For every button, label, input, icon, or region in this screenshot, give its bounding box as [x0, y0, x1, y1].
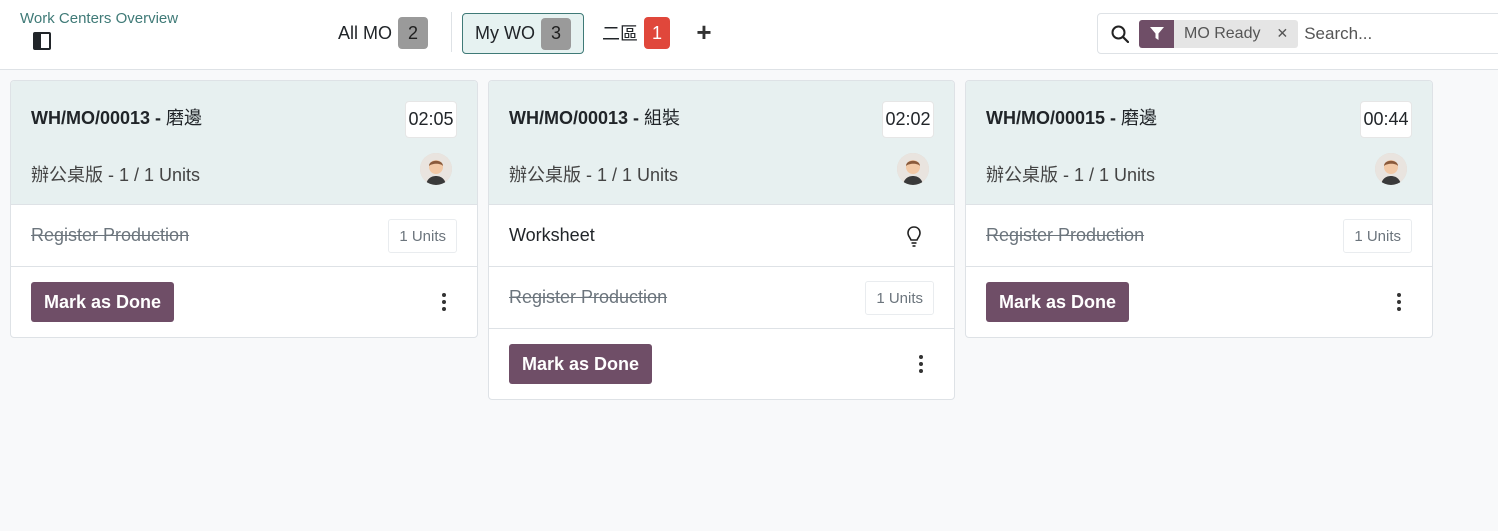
row-label: Register Production — [509, 287, 668, 307]
register-production-row[interactable]: Register Production 1 Units — [11, 205, 477, 267]
workorder-card: WH/MO/00013 - 組裝 02:02 辦公桌版 - 1 / 1 Unit… — [488, 80, 955, 400]
tab-label: 二區 — [602, 24, 638, 44]
card-header[interactable]: WH/MO/00015 - 磨邊 00:44 辦公桌版 - 1 / 1 Unit… — [966, 81, 1432, 205]
sidebar-toggle-icon[interactable] — [33, 32, 51, 50]
mark-as-done-button[interactable]: Mark as Done — [509, 344, 653, 384]
row-label: Register Production — [31, 225, 190, 245]
facet-label: MO Ready — [1184, 24, 1261, 42]
employee-avatar[interactable] — [420, 153, 452, 185]
timer-badge: 02:05 — [405, 101, 457, 138]
tab-label: All MO — [338, 22, 392, 43]
search-facet: MO Ready ✕ — [1139, 19, 1299, 48]
tab-count-badge: 1 — [644, 17, 670, 49]
card-header[interactable]: WH/MO/00013 - 磨邊 02:05 辦公桌版 - 1 / 1 Unit… — [11, 81, 477, 205]
units-badge: 1 Units — [865, 281, 934, 315]
card-footer: Mark as Done — [11, 267, 477, 337]
workorder-title: WH/MO/00013 - 組裝 — [509, 108, 681, 128]
timer-badge: 02:02 — [882, 101, 934, 138]
workorder-card: WH/MO/00013 - 磨邊 02:05 辦公桌版 - 1 / 1 Unit… — [10, 80, 478, 338]
filter-icon — [1139, 19, 1174, 48]
product-quantity: 辦公桌版 - 1 / 1 Units — [509, 165, 679, 185]
row-label: Register Production — [986, 225, 1145, 245]
tab-count-badge: 3 — [541, 17, 571, 50]
mark-as-done-button[interactable]: Mark as Done — [31, 282, 175, 322]
tab-my-wo[interactable]: My WO 3 — [462, 13, 584, 54]
control-panel: Work Centers Overview All MO 2 My WO 3 二… — [0, 0, 1498, 70]
search-input[interactable] — [1304, 23, 1485, 44]
worksheet-row[interactable]: Worksheet — [489, 205, 954, 267]
more-options-icon[interactable] — [916, 355, 926, 373]
search-icon[interactable] — [1111, 25, 1129, 43]
tab-label: My WO — [475, 23, 535, 43]
more-options-icon[interactable] — [1394, 293, 1404, 311]
tab-workcenter-zone-2[interactable]: 二區 1 — [598, 14, 674, 52]
tab-all-mo[interactable]: All MO 2 — [334, 14, 432, 52]
workorder-title: WH/MO/00015 - 磨邊 — [986, 108, 1158, 128]
breadcrumb[interactable]: Work Centers Overview — [20, 10, 178, 27]
lightbulb-icon — [906, 225, 922, 249]
card-header[interactable]: WH/MO/00013 - 組裝 02:02 辦公桌版 - 1 / 1 Unit… — [489, 81, 954, 205]
timer-badge: 00:44 — [1360, 101, 1412, 138]
search-bar[interactable]: MO Ready ✕ — [1097, 13, 1498, 54]
tab-divider — [451, 12, 452, 52]
units-badge: 1 Units — [388, 219, 457, 253]
mark-as-done-button[interactable]: Mark as Done — [986, 282, 1130, 322]
add-workcenter-button[interactable]: + — [692, 18, 716, 46]
product-quantity: 辦公桌版 - 1 / 1 Units — [31, 165, 201, 185]
units-badge: 1 Units — [1343, 219, 1412, 253]
employee-avatar[interactable] — [1375, 153, 1407, 185]
remove-facet-icon[interactable]: ✕ — [1276, 25, 1288, 42]
product-quantity: 辦公桌版 - 1 / 1 Units — [986, 165, 1156, 185]
workorder-title: WH/MO/00013 - 磨邊 — [31, 108, 203, 128]
card-footer: Mark as Done — [966, 267, 1432, 337]
employee-avatar[interactable] — [897, 153, 929, 185]
card-footer: Mark as Done — [489, 329, 954, 399]
row-label: Worksheet — [509, 225, 595, 245]
register-production-row[interactable]: Register Production 1 Units — [966, 205, 1432, 267]
tab-count-badge: 2 — [398, 17, 428, 49]
workorder-card: WH/MO/00015 - 磨邊 00:44 辦公桌版 - 1 / 1 Unit… — [965, 80, 1433, 338]
register-production-row[interactable]: Register Production 1 Units — [489, 267, 954, 329]
more-options-icon[interactable] — [439, 293, 449, 311]
